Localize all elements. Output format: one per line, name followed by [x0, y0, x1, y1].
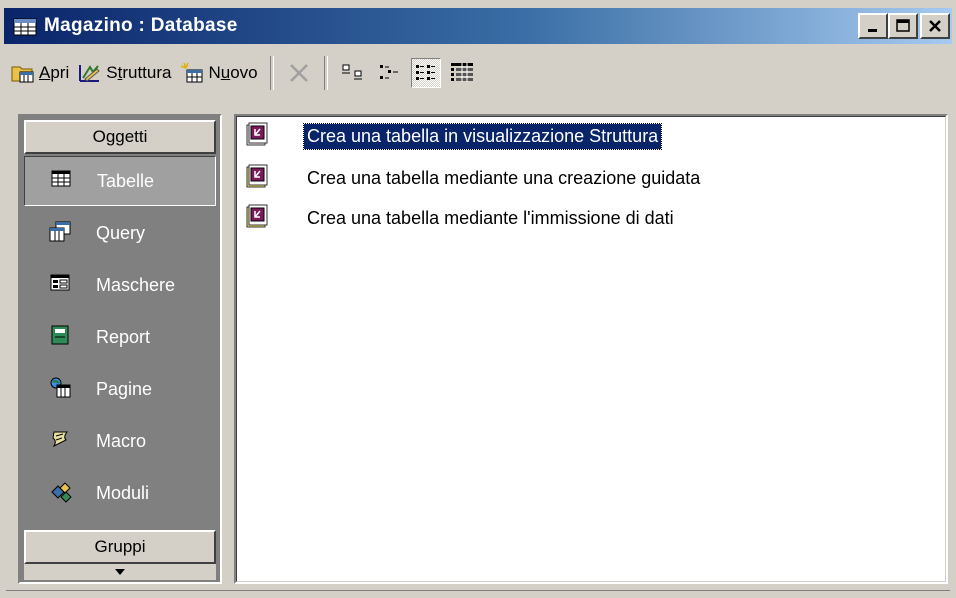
window-bottom-edge [6, 590, 950, 591]
nav-item-label: Macro [96, 430, 147, 451]
small-icons-button[interactable] [375, 58, 405, 88]
small-icons-icon [379, 65, 398, 79]
create-shortcut-icon [244, 203, 272, 233]
large-icons-icon [341, 64, 362, 80]
list-item[interactable]: Crea una tabella mediante una creazione … [244, 162, 703, 194]
details-view-icon [450, 63, 473, 82]
window-title: Magazino : Database [44, 15, 238, 36]
form-icon [48, 272, 78, 298]
create-shortcut-icon [244, 121, 272, 151]
nav-item-report[interactable]: Report [24, 312, 216, 362]
nav-item-pagine[interactable]: Pagine [24, 364, 216, 414]
chevron-down-icon [115, 569, 125, 575]
new-label: ovo [230, 63, 258, 82]
toolbar-separator [323, 56, 328, 90]
open-icon [10, 61, 36, 85]
object-list: Crea una tabella in visualizzazione Stru… [234, 114, 948, 584]
nav-item-maschere[interactable]: Maschere [24, 260, 216, 310]
nav-item-label: Moduli [96, 482, 150, 503]
maximize-button[interactable] [888, 13, 918, 39]
list-view-button[interactable] [410, 58, 441, 88]
open-label-accel: A [39, 63, 51, 82]
nav-item-label: Tabelle [97, 170, 155, 191]
nav-item-label: Pagine [96, 378, 153, 399]
groups-label: Gruppi [94, 537, 146, 556]
nav-item-macro[interactable]: Macro [24, 416, 216, 466]
design-label-pre: S [106, 63, 118, 82]
list-view-icon [415, 65, 435, 80]
create-shortcut-icon [244, 163, 272, 193]
details-view-button[interactable] [447, 58, 477, 88]
list-item-label: Crea una tabella mediante l'immissione d… [307, 207, 674, 228]
nav-item-moduli[interactable]: Moduli [24, 468, 216, 518]
open-button[interactable]: Apri [6, 56, 73, 90]
nav-item-label: Query [96, 222, 146, 243]
database-icon [12, 15, 38, 37]
delete-icon [286, 61, 312, 85]
query-icon [48, 220, 78, 246]
objects-header-button[interactable]: Oggetti [24, 120, 216, 154]
open-label: pri [50, 63, 70, 82]
groups-button[interactable]: Gruppi [24, 530, 216, 564]
new-label-accel: u [220, 63, 231, 82]
panel-scroll-down-button[interactable] [24, 564, 216, 580]
close-icon [929, 20, 941, 32]
design-icon [77, 61, 103, 85]
minimize-icon [868, 29, 877, 32]
nav-item-tabelle[interactable]: Tabelle [24, 156, 216, 206]
page-icon [48, 376, 78, 402]
list-item-label: Crea una tabella mediante una creazione … [307, 167, 701, 188]
maximize-icon [896, 19, 910, 32]
report-icon [48, 324, 78, 350]
minimize-button[interactable] [858, 13, 888, 39]
list-item[interactable]: Crea una tabella in visualizzazione Stru… [244, 120, 663, 152]
nav-item-label: Maschere [96, 274, 176, 295]
module-icon [48, 480, 78, 506]
macro-icon [48, 428, 78, 454]
toolbar-separator [269, 56, 274, 90]
list-item[interactable]: Crea una tabella mediante l'immissione d… [244, 202, 677, 234]
objects-header-label: Oggetti [92, 127, 148, 146]
toolbar: Apri Struttura Nuovo [6, 50, 950, 96]
large-icons-button[interactable] [339, 58, 369, 88]
new-icon [179, 61, 205, 85]
delete-button[interactable] [282, 56, 316, 90]
objects-bar: Oggetti Tabelle Query Maschere Report Pa… [18, 114, 222, 584]
table-icon [49, 168, 79, 194]
close-button[interactable] [920, 13, 950, 39]
nav-item-query[interactable]: Query [24, 208, 216, 258]
design-label: ruttura [122, 63, 172, 82]
new-label-pre: N [208, 63, 221, 82]
list-item-label: Crea una tabella in visualizzazione Stru… [302, 122, 663, 150]
database-window: Magazino : Database Apri Struttura Nuovo… [0, 0, 956, 598]
design-button[interactable]: Struttura [73, 56, 175, 90]
nav-item-label: Report [96, 326, 151, 347]
title-bar[interactable]: Magazino : Database [4, 8, 952, 44]
new-button[interactable]: Nuovo [175, 56, 261, 90]
